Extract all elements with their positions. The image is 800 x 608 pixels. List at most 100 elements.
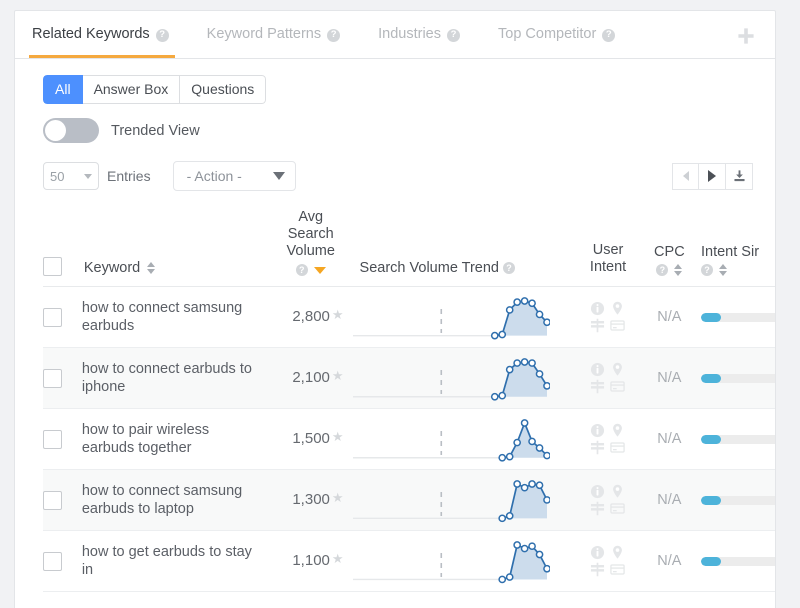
row-trend-cell (349, 469, 577, 532)
help-icon[interactable]: ? (295, 264, 308, 277)
row-user-intent-cell (576, 530, 640, 593)
row-select-cell (43, 347, 82, 410)
signpost-icon (590, 440, 607, 455)
table-header-row: Keyword Avg Search Volume ? Search Volum… (43, 209, 775, 288)
tab-industries[interactable]: Industries ? (375, 12, 477, 58)
tab-top-competitor[interactable]: Top Competitor ? (495, 12, 632, 58)
row-checkbox[interactable] (43, 429, 62, 449)
info-icon (590, 362, 607, 377)
filter-toolbar: All Answer Box Questions Trended View 50… (15, 59, 775, 191)
th-keyword-label: Keyword (83, 260, 141, 277)
filter-chip-all[interactable]: All (43, 75, 83, 104)
location-pin-icon (610, 301, 627, 316)
row-checkbox[interactable] (43, 551, 62, 571)
keyword-text[interactable]: how to pair wireless earbuds together (82, 421, 272, 458)
star-icon[interactable]: ★ (332, 369, 344, 382)
th-avg-line3: Volume (286, 243, 335, 260)
download-button[interactable] (726, 162, 753, 190)
row-user-intent-cell (576, 469, 640, 532)
keyword-text[interactable]: how to connect samsung earbuds (82, 299, 272, 336)
th-keyword[interactable]: Keyword (81, 209, 272, 288)
tab-keyword-patterns[interactable]: Keyword Patterns ? (204, 12, 357, 58)
star-icon[interactable]: ★ (332, 491, 344, 504)
help-icon[interactable]: ? (701, 264, 713, 277)
row-user-intent-cell (576, 347, 640, 410)
filter-chip-answer-box[interactable]: Answer Box (82, 75, 181, 104)
help-icon[interactable]: ? (155, 28, 169, 42)
row-intent-similarity-cell (699, 469, 775, 532)
avg-search-volume-value: 2,800 (292, 308, 330, 326)
keyword-text[interactable]: how to get earbuds to stay in (82, 543, 272, 580)
trended-view-toggle[interactable] (43, 118, 99, 143)
th-select-all (43, 209, 82, 288)
row-checkbox[interactable] (43, 490, 62, 510)
help-icon[interactable]: ? (656, 264, 669, 277)
row-keyword-cell: how to connect samsung earbuds to laptop (81, 469, 272, 532)
next-page-button[interactable] (699, 162, 726, 190)
row-intent-similarity-cell (699, 408, 775, 471)
row-cpc-cell: N/A (639, 469, 699, 532)
th-intent-similarity[interactable]: Intent Sir ? (699, 209, 775, 288)
tab-related-keywords[interactable]: Related Keywords ? (29, 12, 186, 58)
table-row[interactable]: how to connect samsung earbuds 2,800 ★ N… (43, 286, 775, 349)
table-row[interactable]: how to connect earbuds to iphone 2,100 ★… (43, 347, 775, 410)
cpc-value: N/A (657, 370, 682, 387)
keyword-text[interactable]: how to connect samsung earbuds to laptop (82, 482, 272, 519)
th-avg-search-volume[interactable]: Avg Search Volume ? (271, 209, 350, 288)
intent-similarity-bar (701, 434, 775, 444)
sort-descending-icon[interactable] (313, 266, 326, 274)
credit-card-icon (609, 318, 627, 333)
select-all-checkbox[interactable] (43, 257, 62, 277)
row-volume-cell: 2,800 ★ (271, 286, 350, 349)
row-checkbox[interactable] (43, 368, 62, 388)
intent-similarity-bar (701, 312, 775, 322)
action-select-value: - Action - (186, 168, 242, 184)
user-intent-icons (576, 423, 639, 455)
row-trend-cell (349, 347, 577, 410)
credit-card-icon (609, 562, 627, 577)
keywords-table: Keyword Avg Search Volume ? Search Volum… (43, 209, 775, 593)
th-user-intent-line1: User (592, 242, 624, 259)
sort-toggle-icon[interactable] (147, 262, 156, 275)
user-intent-icons (576, 301, 639, 333)
th-cpc[interactable]: CPC ? (639, 209, 699, 288)
sort-toggle-icon[interactable] (674, 264, 683, 277)
info-icon (590, 484, 607, 499)
table-row[interactable]: how to get earbuds to stay in 1,100 ★ N/… (43, 530, 775, 593)
help-icon[interactable]: ? (602, 28, 616, 42)
entries-select-value: 50 (50, 168, 65, 184)
filter-chip-questions[interactable]: Questions (180, 75, 267, 104)
row-select-cell (43, 530, 82, 593)
star-icon[interactable]: ★ (332, 308, 344, 321)
user-intent-icons (576, 484, 639, 516)
th-user-intent-line2: Intent (589, 259, 627, 276)
th-user-intent: User Intent (576, 209, 640, 288)
keyword-text[interactable]: how to connect earbuds to iphone (82, 360, 272, 397)
table-row[interactable]: how to pair wireless earbuds together 1,… (43, 408, 775, 471)
intent-similarity-bar (701, 556, 775, 566)
row-cpc-cell: N/A (639, 286, 699, 349)
row-checkbox[interactable] (43, 307, 62, 327)
user-intent-icons (576, 362, 639, 394)
star-icon[interactable]: ★ (332, 430, 344, 443)
entries-label: Entries (107, 168, 151, 184)
help-icon[interactable]: ? (503, 262, 515, 275)
row-cpc-cell: N/A (639, 408, 699, 471)
table-body: how to connect samsung earbuds 2,800 ★ N… (43, 286, 775, 593)
help-icon[interactable]: ? (447, 28, 460, 42)
action-select[interactable]: - Action - (172, 161, 296, 191)
tab-related-keywords-label: Related Keywords (32, 25, 150, 42)
plus-icon[interactable] (735, 25, 757, 47)
credit-card-icon (609, 501, 627, 516)
keywords-table-wrap: Keyword Avg Search Volume ? Search Volum… (15, 209, 775, 593)
star-icon[interactable]: ★ (332, 552, 344, 565)
row-select-cell (43, 408, 82, 471)
cpc-value: N/A (657, 309, 682, 326)
sort-toggle-icon[interactable] (719, 264, 727, 277)
prev-page-button[interactable] (672, 162, 699, 190)
help-icon[interactable]: ? (327, 28, 341, 42)
entries-select[interactable]: 50 (43, 162, 99, 190)
table-row[interactable]: how to connect samsung earbuds to laptop… (43, 469, 775, 532)
credit-card-icon (609, 379, 627, 394)
info-icon (590, 423, 607, 438)
